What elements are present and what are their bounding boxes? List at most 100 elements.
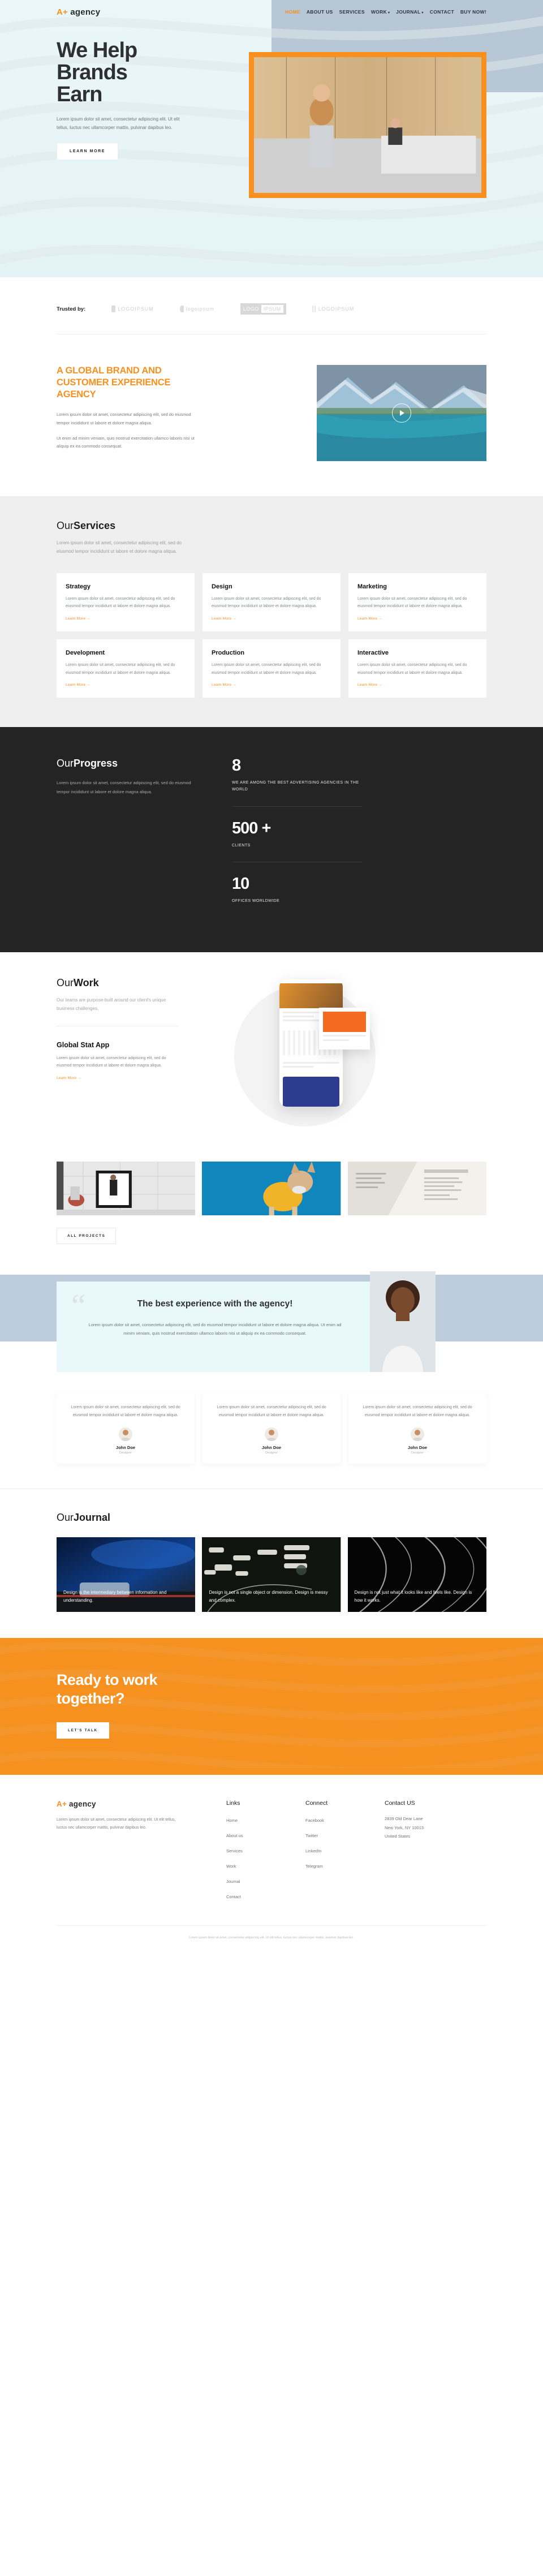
project-thumbnail-2[interactable] xyxy=(202,1162,341,1216)
learn-more-button[interactable]: LEARN MORE xyxy=(57,142,119,160)
footer-brand-column: A+ agency Lorem ipsum dolor sit amet, co… xyxy=(57,1800,226,1906)
journal-card-text: Design is not a single object or dimensi… xyxy=(209,1589,328,1603)
journal-title-bold: Journal xyxy=(74,1512,111,1524)
client-logo-4: LOGOIPSUM xyxy=(312,306,355,312)
all-projects-button[interactable]: ALL PROJECTS xyxy=(57,1228,117,1245)
footer-address-line-1: 2839 Old Dear Lane xyxy=(385,1816,423,1821)
service-learn-more-link[interactable]: Learn More → xyxy=(66,683,90,687)
footer-copyright: Lorem ipsum dolor sit amet, consectetur … xyxy=(189,1936,354,1939)
work-title: OurWork xyxy=(57,977,198,989)
nav-item-services[interactable]: SERVICES xyxy=(339,9,365,15)
hero-image-frame xyxy=(249,52,486,198)
footer-link[interactable]: Facebook xyxy=(305,1818,324,1823)
footer-connect-column: Connect Facebook Twitter LinkedIn Telegram xyxy=(305,1800,385,1906)
service-card-title: Strategy xyxy=(66,583,91,590)
list-item: About us xyxy=(226,1830,305,1840)
stat-item: 10 OFFICES WORLDWIDE xyxy=(232,861,362,917)
project-thumbnail-1[interactable] xyxy=(57,1162,196,1216)
testimonial-card-text: Lorem ipsum dolor sit amet, consectetur … xyxy=(71,1405,180,1418)
stat-number: 10 xyxy=(232,874,249,893)
service-card-body: Lorem ipsum dolor sit amet, consectetur … xyxy=(212,596,321,609)
nav-item-contact[interactable]: CONTACT xyxy=(430,9,454,15)
footer-link[interactable]: Contact xyxy=(226,1894,241,1899)
footer-link[interactable]: Telegram xyxy=(305,1864,323,1869)
list-item: LinkedIn xyxy=(305,1845,385,1855)
service-card[interactable]: Interactive Lorem ipsum dolor sit amet, c… xyxy=(348,639,486,698)
client-logo-2-text: logoipsum xyxy=(186,306,214,312)
footer-link[interactable]: Home xyxy=(226,1818,238,1823)
footer-link[interactable]: Twitter xyxy=(305,1833,318,1838)
service-card-body: Lorem ipsum dolor sit amet, consectetur … xyxy=(66,663,175,675)
phone-notch xyxy=(279,979,343,983)
logo-mark-round-icon xyxy=(179,306,184,312)
global-brand-paragraph-1: Lorem ipsum dolor sit amet, consectetur … xyxy=(57,412,191,425)
list-item: Telegram xyxy=(305,1860,385,1870)
main-navigation: HOME ABOUT US SERVICES WORK ▾ JOURNAL ▾ CONTACT… xyxy=(285,9,486,15)
journal-section: OurJournal Design is the intermediary be… xyxy=(0,1489,543,1639)
footer-contact-column: Contact US 2839 Old Dear Lane New York, … xyxy=(385,1800,464,1906)
journal-card[interactable]: Design is not just what it looks like an… xyxy=(347,1537,486,1612)
lets-talk-button[interactable]: LET'S TALK xyxy=(57,1722,109,1739)
cta-heading-line-2: together? xyxy=(57,1689,125,1707)
work-title-bold: Work xyxy=(74,977,99,989)
service-card-title: Production xyxy=(212,649,245,656)
list-item: Twitter xyxy=(305,1830,385,1840)
nav-item-journal[interactable]: JOURNAL ▾ xyxy=(396,9,424,15)
stat-label: CLIENTS xyxy=(232,843,251,848)
service-card[interactable]: Development Lorem ipsum dolor sit amet, c… xyxy=(57,639,195,698)
phone-hero-image xyxy=(279,983,343,1009)
service-learn-more-link[interactable]: Learn More → xyxy=(212,683,236,687)
testimonial-card-name: John Doe xyxy=(261,1445,282,1451)
footer-logo-name: agency xyxy=(69,1799,96,1808)
nav-item-home[interactable]: HOME xyxy=(285,9,300,15)
footer-link[interactable]: Journal xyxy=(226,1879,240,1884)
footer-logo[interactable]: A+ agency xyxy=(57,1800,226,1808)
play-icon[interactable] xyxy=(392,403,411,423)
footer-connect-title: Connect xyxy=(305,1799,328,1807)
testimonial-body: Lorem ipsum dolor sit amet, consectetur … xyxy=(88,1322,342,1336)
footer-link[interactable]: LinkedIn xyxy=(305,1848,321,1853)
service-card[interactable]: Design Lorem ipsum dolor sit amet, consec… xyxy=(202,573,341,631)
stat-label: WE ARE AMONG THE BEST ADVERTISING AGENCI… xyxy=(232,781,359,792)
hero-title-line-1: We Help xyxy=(57,38,137,62)
testimonial-section: “ The best experience with the agency! L… xyxy=(0,1271,543,1489)
service-card[interactable]: Marketing Lorem ipsum dolor sit amet, con… xyxy=(348,573,486,631)
page-title: We Help Brands Earn xyxy=(57,38,221,106)
progress-stats-list: 8 WE ARE AMONG THE BEST ADVERTISING AGENC… xyxy=(232,758,362,917)
logo-name: agency xyxy=(70,7,101,17)
footer-columns: A+ agency Lorem ipsum dolor sit amet, co… xyxy=(57,1800,486,1906)
footer-link[interactable]: Services xyxy=(226,1848,243,1853)
video-thumbnail[interactable] xyxy=(317,365,486,461)
work-learn-more-link[interactable]: Learn More → xyxy=(57,1076,81,1080)
service-card[interactable]: Strategy Lorem ipsum dolor sit amet, cons… xyxy=(57,573,195,631)
services-title-light: Our xyxy=(57,520,74,531)
journal-card-text: Design is not just what it looks like an… xyxy=(354,1589,472,1603)
work-project-title: Global Stat App xyxy=(57,1040,110,1049)
service-card-title: Design xyxy=(212,583,232,590)
service-learn-more-link[interactable]: Learn More → xyxy=(66,617,90,621)
service-learn-more-link[interactable]: Learn More → xyxy=(357,617,382,621)
service-learn-more-link[interactable]: Learn More → xyxy=(357,683,382,687)
service-learn-more-link[interactable]: Learn More → xyxy=(212,617,236,621)
avatar-portrait-icon xyxy=(411,1427,424,1442)
work-section: OurWork Our teams are purpose-built arou… xyxy=(0,952,543,1147)
nav-item-work[interactable]: WORK ▾ xyxy=(371,9,390,15)
client-logo-1: LOGOIPSUM xyxy=(111,306,154,312)
project-thumbnail-3[interactable] xyxy=(347,1162,486,1216)
stat-label: OFFICES WORLDWIDE xyxy=(232,898,280,903)
nav-item-about-us[interactable]: ABOUT US xyxy=(307,9,333,15)
journal-card[interactable]: Design is the intermediary between infor… xyxy=(57,1537,196,1612)
project-image-billboard xyxy=(57,1162,196,1216)
service-card[interactable]: Production Lorem ipsum dolor sit amet, co… xyxy=(202,639,341,698)
phone-row xyxy=(283,1062,339,1064)
projects-gallery: ALL PROJECTS xyxy=(0,1147,543,1275)
nav-item-buy-now[interactable]: BUY NOW! xyxy=(460,9,486,15)
logo[interactable]: A+ agency xyxy=(57,7,100,17)
testimonial-quote-box: “ The best experience with the agency! L… xyxy=(57,1281,373,1373)
journal-card[interactable]: Design is not a single object or dimensi… xyxy=(202,1537,341,1612)
client-logo-2: logoipsum xyxy=(179,306,214,312)
footer-link[interactable]: About us xyxy=(226,1833,243,1838)
services-card-grid: Strategy Lorem ipsum dolor sit amet, cons… xyxy=(57,573,486,698)
footer-link[interactable]: Work xyxy=(226,1864,236,1869)
avatar xyxy=(411,1427,424,1442)
